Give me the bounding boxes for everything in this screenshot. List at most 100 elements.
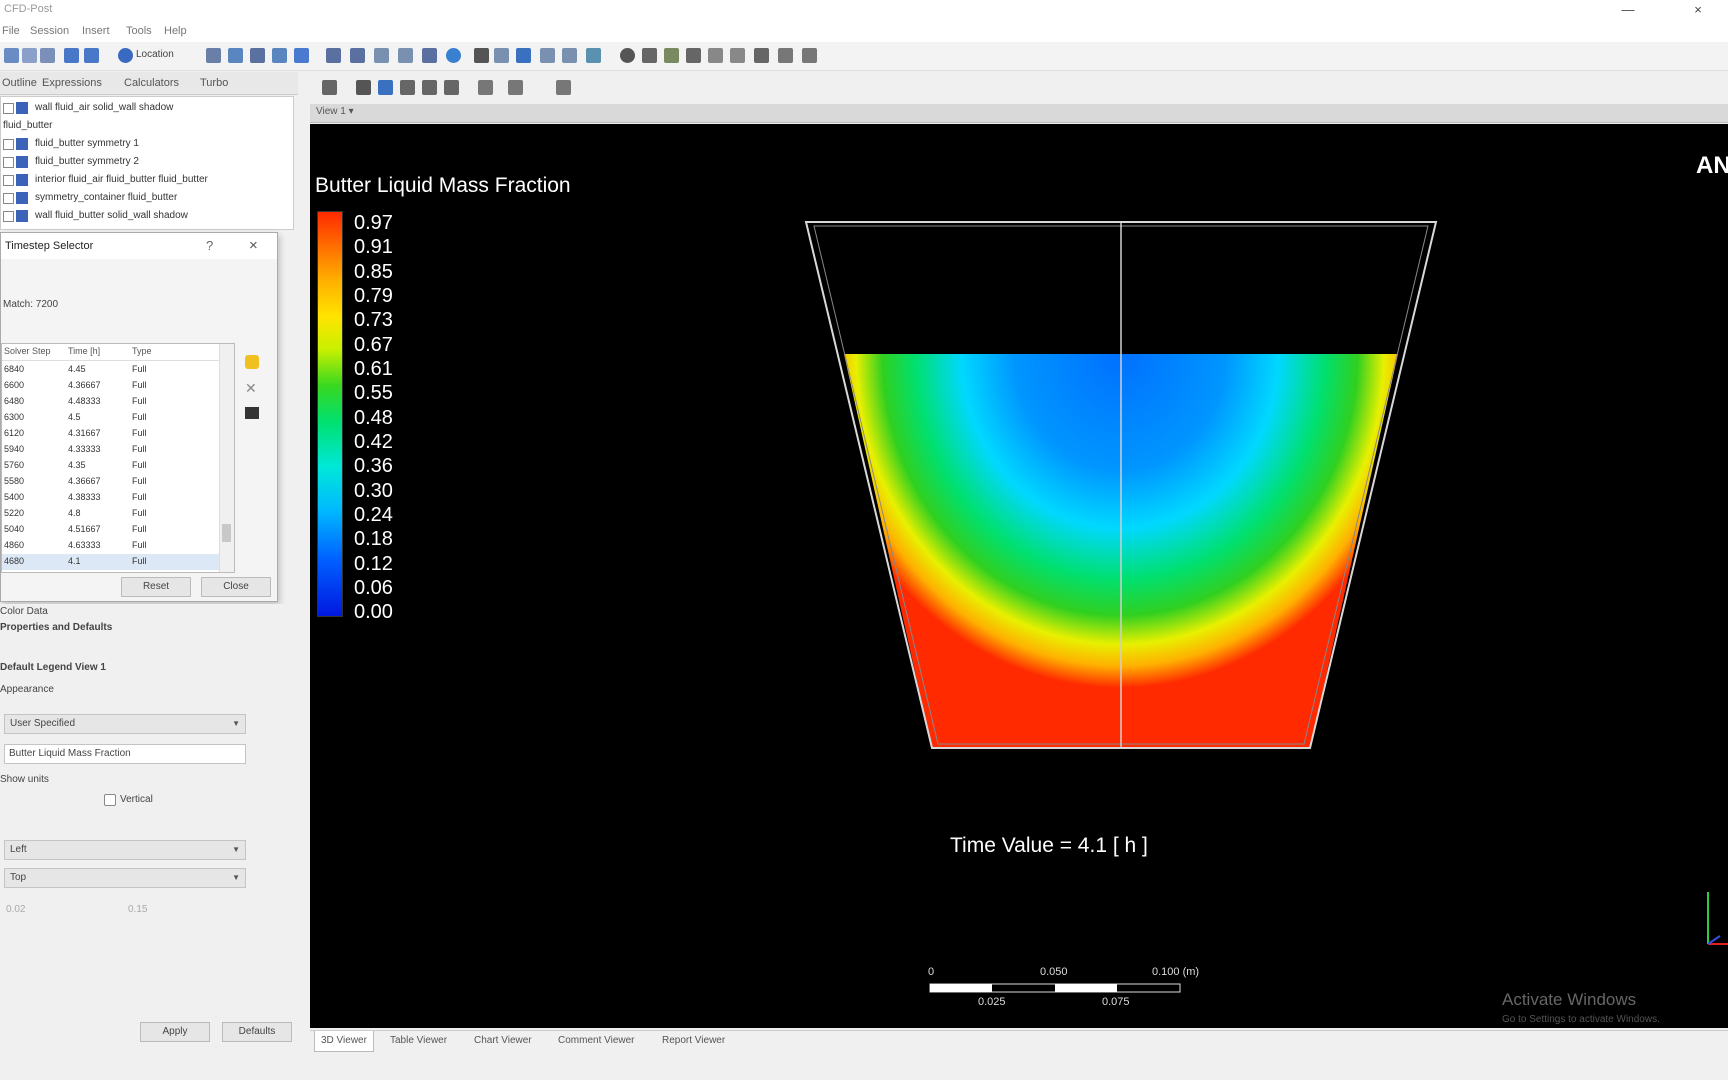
table-row[interactable]: 5220 4.8 Full	[2, 506, 220, 522]
column-header[interactable]: Time [h]	[68, 346, 100, 356]
visibility-checkbox[interactable]	[3, 103, 14, 114]
instance-transform-icon[interactable]	[398, 48, 413, 63]
table-row[interactable]: 5760 4.35 Full	[2, 458, 220, 474]
chart-icon[interactable]	[540, 48, 555, 63]
tree-item[interactable]: fluid_butter symmetry 1	[3, 135, 289, 153]
table-row[interactable]: 6600 4.36667 Full	[2, 378, 220, 394]
volume-render-icon[interactable]	[294, 48, 309, 63]
redo-icon[interactable]	[84, 48, 99, 63]
comment-icon[interactable]	[562, 48, 577, 63]
variable-icon[interactable]	[474, 48, 489, 63]
close-button[interactable]: Close	[201, 577, 271, 597]
table-row[interactable]: 4860 4.63333 Full	[2, 538, 220, 554]
color-map-icon[interactable]	[446, 48, 461, 63]
x-position-input[interactable]: 0.02	[6, 904, 25, 915]
tab-outline[interactable]: Outline	[2, 77, 37, 89]
appearance-tab[interactable]: Appearance	[0, 684, 54, 695]
probe-icon[interactable]	[686, 48, 701, 63]
tab-expressions[interactable]: Expressions	[42, 77, 102, 89]
table-row[interactable]: 6300 4.5 Full	[2, 410, 220, 426]
defaults-button[interactable]: Defaults	[222, 1022, 292, 1042]
tab-chart-viewer[interactable]: Chart Viewer	[468, 1035, 538, 1046]
scroll-thumb[interactable]	[222, 524, 231, 542]
animation-icon[interactable]	[642, 48, 657, 63]
particle-track-icon[interactable]	[272, 48, 287, 63]
tree-item[interactable]: interior fluid_air fluid_butter fluid_bu…	[3, 171, 289, 189]
tree-item[interactable]: fluid_butter symmetry 2	[3, 153, 289, 171]
fit-view-icon[interactable]	[478, 80, 493, 95]
zoom-icon[interactable]	[400, 80, 415, 95]
view-selector[interactable]: View 1 ▾	[316, 106, 354, 117]
help-icon[interactable]: ?	[206, 238, 213, 253]
zoom-fit-icon[interactable]	[444, 80, 459, 95]
tree-item[interactable]: wall fluid_air solid_wall shadow	[3, 99, 289, 117]
location-icon[interactable]	[118, 48, 133, 63]
visibility-checkbox[interactable]	[3, 175, 14, 186]
viewport-layout-icon[interactable]	[508, 80, 523, 95]
clear-icon[interactable]: ✕	[245, 381, 259, 395]
legend-title-input[interactable]: Butter Liquid Mass Fraction	[4, 744, 246, 764]
tree-item[interactable]: symmetry_container fluid_butter	[3, 189, 289, 207]
table-row[interactable]: 6120 4.31667 Full	[2, 426, 220, 442]
close-window-icon[interactable]: ×	[1690, 2, 1706, 18]
table-row[interactable]: 6840 4.45 Full	[2, 362, 220, 378]
apply-button[interactable]: Apply	[140, 1022, 210, 1042]
table-icon[interactable]	[516, 48, 531, 63]
visibility-checkbox[interactable]	[3, 139, 14, 150]
menu-help[interactable]: Help	[164, 25, 187, 37]
table-scrollbar[interactable]	[219, 344, 234, 572]
tab-report-viewer[interactable]: Report Viewer	[656, 1035, 731, 1046]
location-y-select[interactable]: Top ▼	[4, 868, 246, 888]
export-icon[interactable]	[802, 48, 817, 63]
table-row[interactable]: 5040 4.51667 Full	[2, 522, 220, 538]
tab-comment-viewer[interactable]: Comment Viewer	[552, 1035, 641, 1046]
y-position-input[interactable]: 0.15	[128, 904, 147, 915]
case-comparison-icon[interactable]	[778, 48, 793, 63]
tree-item[interactable]: wall fluid_butter solid_wall shadow	[3, 207, 289, 225]
expression-icon[interactable]	[494, 48, 509, 63]
table-row[interactable]: 5580 4.36667 Full	[2, 474, 220, 490]
zoom-box-icon[interactable]	[422, 80, 437, 95]
title-mode-select[interactable]: User Specified ▼	[4, 714, 246, 734]
probe-pick-icon[interactable]	[556, 80, 571, 95]
3d-viewport[interactable]: Butter Liquid Mass Fraction 0.97 0.91 0.…	[310, 124, 1728, 1028]
table-row[interactable]: 5940 4.33333 Full	[2, 442, 220, 458]
step-options-icon[interactable]	[245, 407, 259, 419]
open-icon[interactable]	[22, 48, 37, 63]
location-menu[interactable]: Location	[136, 49, 174, 60]
timestep-icon[interactable]	[620, 48, 635, 63]
function-calculator-icon[interactable]	[708, 48, 723, 63]
streamline-icon[interactable]	[250, 48, 265, 63]
menu-session[interactable]: Session	[30, 25, 69, 37]
tab-table-viewer[interactable]: Table Viewer	[384, 1035, 453, 1046]
visibility-checkbox[interactable]	[3, 211, 14, 222]
table-row[interactable]: 5400 4.38333 Full	[2, 490, 220, 506]
column-header[interactable]: Solver Step	[4, 346, 51, 356]
undo-icon[interactable]	[64, 48, 79, 63]
macro-calculator-icon[interactable]	[730, 48, 745, 63]
load-timestep-icon[interactable]	[245, 355, 259, 369]
text-icon[interactable]	[326, 48, 341, 63]
vertical-checkbox[interactable]	[104, 794, 116, 806]
contour-icon[interactable]	[228, 48, 243, 63]
table-row-selected[interactable]: 4680 4.1 Full	[2, 554, 220, 570]
figure-icon[interactable]	[586, 48, 601, 63]
column-header[interactable]: Type	[132, 346, 152, 356]
select-icon[interactable]	[322, 80, 337, 95]
vector-icon[interactable]	[206, 48, 221, 63]
tab-turbo[interactable]: Turbo	[200, 77, 228, 89]
legend-icon[interactable]	[374, 48, 389, 63]
tab-3d-viewer[interactable]: 3D Viewer	[314, 1031, 374, 1052]
save-icon[interactable]	[40, 48, 55, 63]
new-icon[interactable]	[4, 48, 19, 63]
visibility-checkbox[interactable]	[3, 193, 14, 204]
visibility-checkbox[interactable]	[3, 157, 14, 168]
minimize-icon[interactable]: —	[1620, 2, 1636, 18]
reset-button[interactable]: Reset	[121, 577, 191, 597]
mesh-calculator-icon[interactable]	[754, 48, 769, 63]
pan-icon[interactable]	[378, 80, 393, 95]
tree-item[interactable]: fluid_butter	[3, 117, 289, 135]
tab-calculators[interactable]: Calculators	[124, 77, 179, 89]
menu-file[interactable]: File	[2, 25, 20, 37]
table-row[interactable]: 6480 4.48333 Full	[2, 394, 220, 410]
